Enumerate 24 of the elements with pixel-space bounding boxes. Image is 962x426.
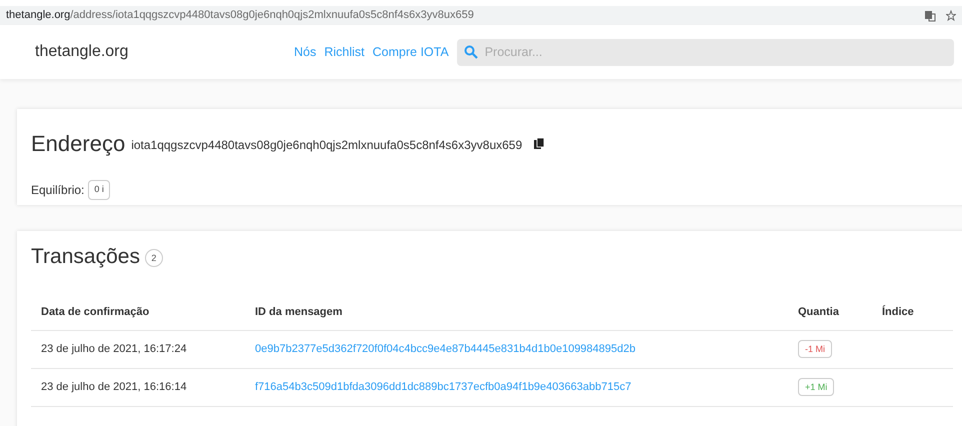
message-id-link[interactable]: f716a54b3c509d1bfda3096dd1dc889bc1737ecfb0a94f1b9e403663abb715c7 [255,378,798,396]
column-header: ID da mensagem [255,304,344,320]
column-header: Índice [882,304,915,320]
column-header: Data de confirmação [40,304,150,320]
transactions-title: Transações [31,244,140,270]
address-hash: iota1qqgszcvp4480tavs08g0je6nqh0qjs2mlxnuufa0s5c8nf4s6x3yv8ux659 [131,137,522,154]
date-cell-text: 23 de julho de 2021, 16:16:14 [40,380,188,395]
column-header: Quantia [798,304,840,320]
url-host: thetangle.org [6,8,70,24]
nav-link[interactable]: Nós [294,42,316,62]
message-id-link[interactable]: 0e9b7b2377e5d362f720f0f04c4bcc9e4e87b4445e831b4d1b0e109984895d2b [255,340,798,358]
transactions-count: 2 [144,249,163,268]
balance-value: 0 i [88,180,110,200]
site-logo[interactable]: thetangle.org [35,40,294,64]
address-title: Endereço [31,130,126,158]
url-path: /address/iota1qqgszcvp4480tavs08g0je6nqh0qjs2mlxnuufa0s5c8nf4s6x3yv8ux659 [70,8,474,24]
amount-badge: +1 Mi [798,378,834,396]
address-bar[interactable]: thetangle.org/address/iota1qqgszcvp4480tavs08g0je6nqh0qjs2mlxnuufa0s5c8nf4s6x3yv8ux659 [0,6,962,25]
search-field[interactable]: Procurar... [456,38,954,66]
balance-label: Equilíbrio: [31,182,84,199]
date-cell-text: 23 de julho de 2021, 16:17:24 [40,342,188,357]
amount-badge: -1 Mi [798,340,832,358]
nav-link[interactable]: Richlist [324,42,365,62]
nav-link[interactable]: Compre IOTA [372,42,449,62]
